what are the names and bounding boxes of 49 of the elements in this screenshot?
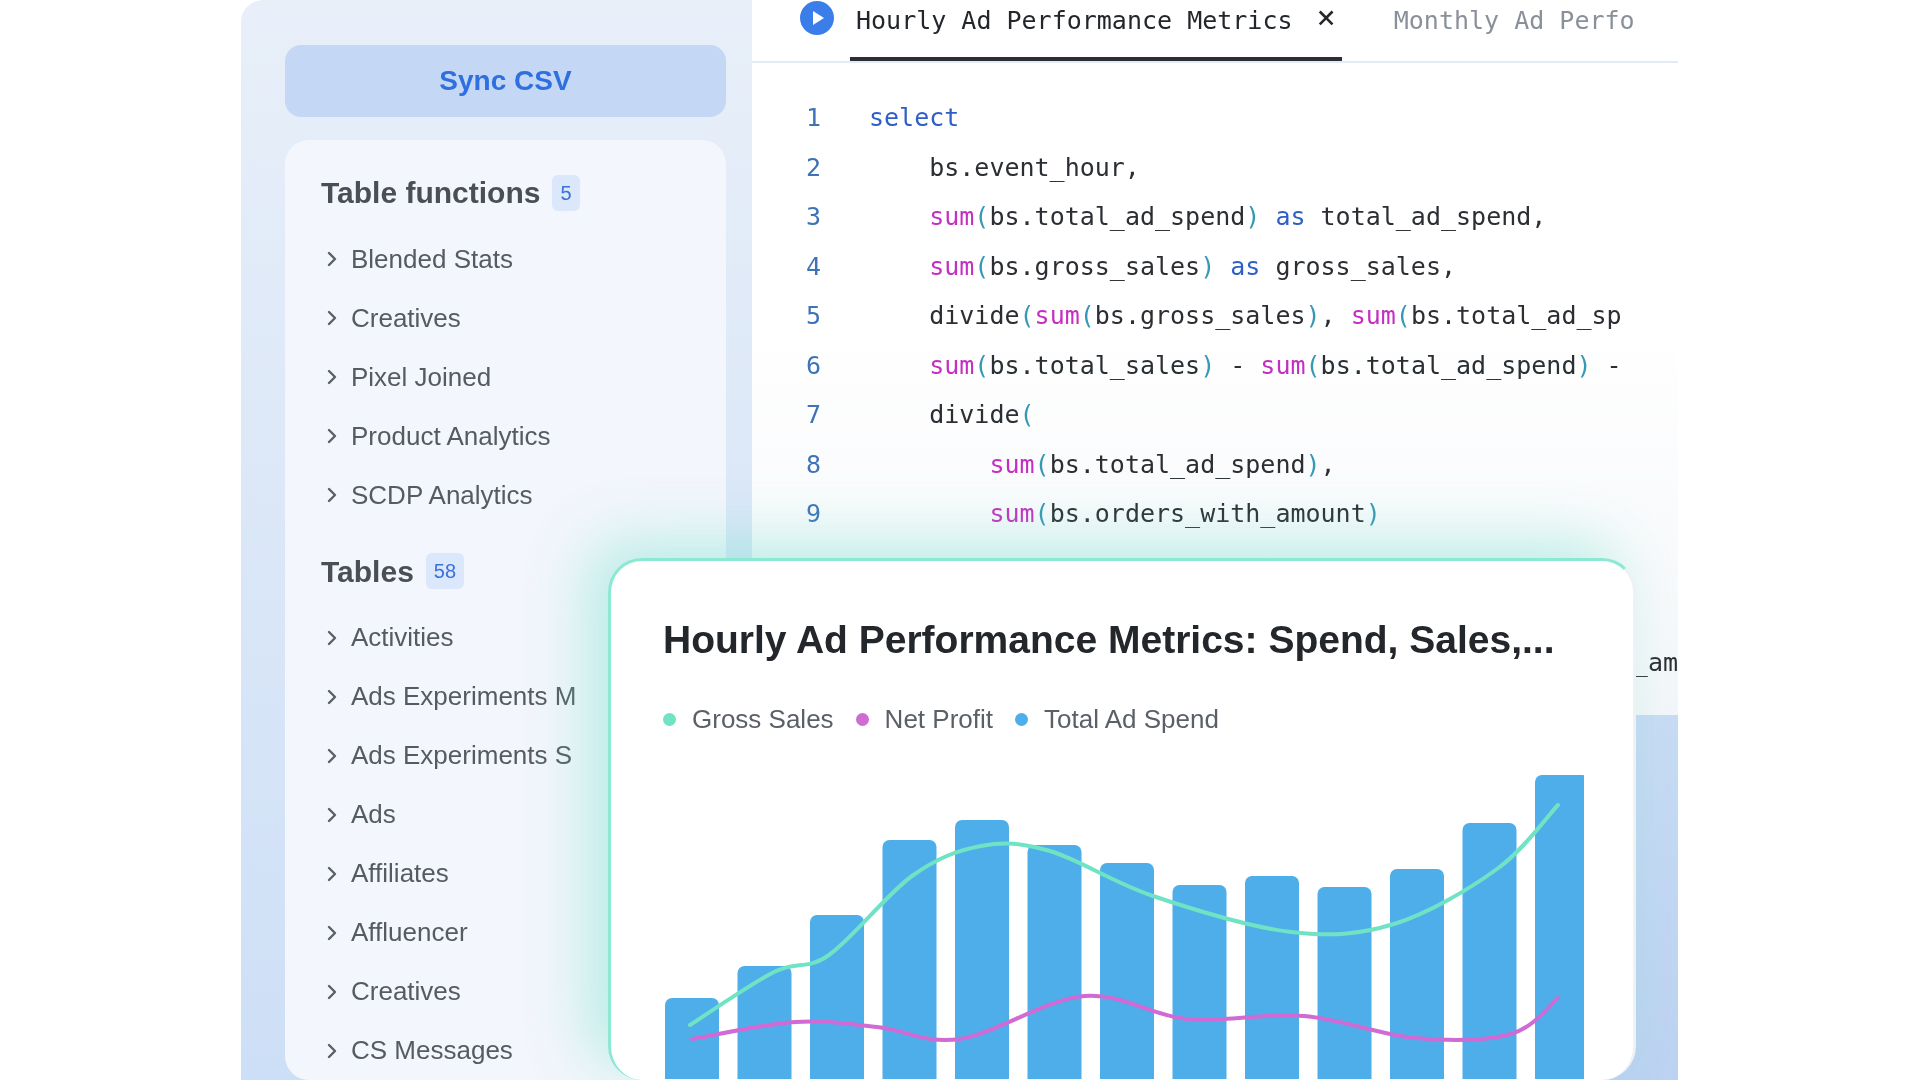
line-number: 5 [804, 300, 822, 332]
line-number: 4 [804, 250, 822, 283]
line-number: 7 [804, 399, 822, 431]
chevron-icon [325, 249, 339, 269]
sidebar-item[interactable]: Creatives [321, 288, 461, 348]
chevron-icon [325, 308, 339, 328]
section-heading: Tables [321, 553, 414, 590]
sidebar-item[interactable]: Activities [321, 608, 454, 667]
line-number: 6 [804, 349, 822, 382]
sidebar-item[interactable]: Blended Stats [321, 229, 513, 289]
code-line: sum(bs.total_ad_spend), [988, 448, 1336, 481]
chevron-icon [325, 485, 339, 505]
code-line: _am [1632, 646, 1678, 679]
line-number: 9 [804, 498, 822, 530]
code-line: divide( [928, 399, 1035, 431]
code-line: sum(bs.orders_with_amount) [988, 498, 1381, 530]
count-badge: 5 [552, 174, 580, 211]
sidebar-item[interactable]: Affluencer [321, 903, 468, 962]
legend-label: Net Profit [884, 702, 993, 736]
line-number: 1 [804, 102, 822, 134]
chevron-icon [325, 426, 339, 446]
line-number: 2 [804, 151, 822, 184]
line-number: 3 [804, 201, 822, 233]
editor-tab[interactable]: Monthly Ad Perfo [1387, 0, 1641, 61]
sync-csv-button[interactable]: Sync CSV [285, 45, 726, 117]
count-badge: 58 [425, 553, 465, 590]
code-line: bs.event_hour, [928, 151, 1140, 184]
sidebar-item[interactable]: CS Messages [321, 1021, 513, 1080]
code-line: sum(bs.total_sales) - sum(bs.total_ad_spend) - [928, 349, 1622, 382]
legend-label: Total Ad Spend [1044, 702, 1219, 736]
close-icon[interactable]: × [1316, 2, 1336, 32]
sidebar-item[interactable]: Ads Experiments M [321, 667, 577, 726]
sidebar-item[interactable]: Creatives [321, 962, 461, 1021]
code-line: divide(sum(bs.gross_sales), sum(bs.total_ad_sp [928, 300, 1622, 332]
code-line: sum(bs.gross_sales) as gross_sales, [928, 250, 1457, 283]
legend-label: Gross Sales [692, 702, 834, 736]
code-line: select [869, 102, 960, 134]
sidebar-item[interactable]: Affiliates [321, 844, 449, 903]
line-number: 8 [804, 448, 822, 481]
run-icon[interactable] [800, 1, 834, 35]
chevron-icon [325, 367, 339, 387]
code-line: sum(bs.total_ad_spend) as total_ad_spend, [928, 201, 1547, 233]
sidebar-item[interactable]: Product Analytics [321, 406, 551, 466]
sidebar-item[interactable]: Ads [321, 785, 396, 844]
chart-title: Hourly Ad Performance Metrics: Spend, Sales,... [663, 617, 1556, 663]
sidebar-item[interactable]: Pixel Joined [321, 347, 492, 407]
section-heading: Table functions [321, 175, 541, 212]
sidebar-item[interactable]: Ads Experiments S [321, 726, 573, 785]
sidebar-item[interactable]: SCDP Analytics [321, 465, 533, 525]
